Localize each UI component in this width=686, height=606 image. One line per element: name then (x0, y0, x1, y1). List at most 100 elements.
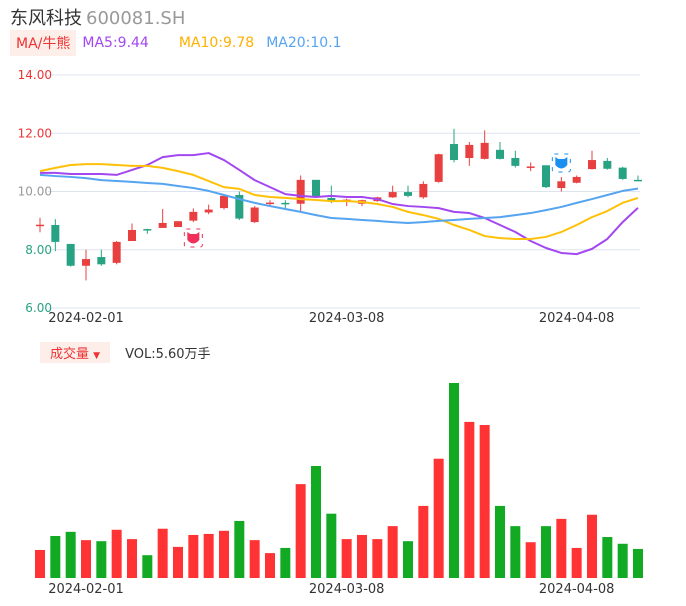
x-tick-label: 2024-04-08 (539, 582, 615, 597)
candle-body (388, 192, 397, 198)
volume-bar (449, 383, 459, 578)
y-tick-label: 14.00 (18, 68, 52, 82)
candle (450, 128, 458, 163)
candle-body (496, 149, 504, 159)
candle (97, 249, 106, 266)
candle-body (128, 229, 136, 242)
volume-bar (403, 541, 413, 578)
volume-bar (587, 514, 597, 578)
candle (36, 217, 44, 233)
candle (112, 241, 121, 265)
volume-bar (280, 547, 291, 578)
candle (618, 166, 627, 180)
x-tick-label: 2024-02-01 (48, 311, 124, 326)
candle-body (174, 221, 182, 228)
candle-body (465, 144, 474, 159)
candle-body (97, 257, 106, 265)
volume-bar (249, 540, 260, 578)
candle (158, 208, 167, 228)
candle (143, 228, 152, 234)
candle (51, 219, 60, 252)
candle-body (82, 259, 90, 266)
x-tick-label: 2024-04-08 (539, 311, 615, 326)
candle (189, 208, 198, 223)
volume-bar (387, 526, 398, 578)
candle (174, 221, 182, 228)
volume-bar (372, 539, 383, 578)
candle-body (618, 167, 627, 179)
candle (526, 162, 535, 172)
candle-body (36, 224, 44, 227)
candle (542, 165, 550, 189)
volume-bar (142, 555, 153, 578)
volume-bar (311, 465, 321, 578)
candle-body (189, 211, 198, 221)
candle-body (204, 209, 213, 213)
x-tick-label: 2024-02-01 (48, 582, 124, 597)
candle-body (511, 158, 520, 166)
candle-body (220, 195, 228, 209)
volume-bar (633, 548, 643, 578)
signal-shape (555, 157, 568, 169)
volume-bar (495, 505, 505, 578)
kline-chart[interactable]: 14.0012.0010.008.006.002024-02-012024-02… (0, 0, 686, 606)
candle (480, 130, 489, 160)
volume-bar (50, 535, 61, 578)
volume-bar (65, 531, 76, 578)
volume-bar (157, 528, 168, 578)
candle-body (266, 202, 274, 205)
volume-bar (357, 534, 367, 578)
x-tick-label: 2024-03-08 (309, 582, 385, 597)
candle-body (542, 165, 550, 188)
candle-body (588, 160, 596, 170)
volume-bar (234, 520, 245, 578)
volume-bar (265, 553, 275, 578)
candle-body (112, 241, 121, 263)
candle (235, 191, 244, 221)
candle (511, 150, 520, 168)
volume-bar (541, 526, 551, 578)
candle-body (158, 222, 167, 228)
volume-bar (203, 533, 214, 578)
y-tick-label: 10.00 (18, 185, 52, 199)
volume-bar (96, 541, 107, 578)
candle-body (404, 192, 412, 196)
volume-bar (295, 484, 306, 578)
volume-bar (525, 542, 536, 578)
volume-bar (602, 537, 613, 578)
candle-body (143, 229, 152, 231)
candle-body (281, 202, 290, 205)
candle (634, 175, 642, 182)
candle (419, 181, 428, 199)
candle-body (51, 224, 60, 242)
volume-bar (81, 540, 91, 578)
candle (204, 204, 213, 215)
candle (128, 223, 136, 242)
volume-bar (188, 534, 199, 578)
candle (66, 243, 75, 267)
candle (296, 175, 305, 212)
signal-shape (187, 232, 200, 244)
volume-bar (173, 546, 183, 578)
candle (220, 195, 228, 210)
volume-bar (341, 539, 352, 578)
candle (465, 141, 474, 166)
candle-body (526, 166, 535, 168)
candle-body (603, 160, 612, 169)
candle (603, 158, 612, 170)
candle (572, 175, 581, 184)
candle (342, 198, 351, 207)
candle-body (66, 243, 75, 266)
volume-bar (510, 526, 521, 578)
bear-signal-icon (551, 153, 571, 173)
candle (434, 153, 443, 183)
candle (588, 150, 596, 170)
volume-bar (219, 530, 229, 578)
volume-bar (35, 549, 45, 578)
candle-body (250, 207, 259, 223)
volume-bar (464, 421, 475, 578)
x-tick-label: 2024-03-08 (309, 311, 385, 326)
volume-bar (418, 505, 429, 578)
volume-bar (127, 539, 137, 578)
volume-bar (111, 529, 122, 578)
